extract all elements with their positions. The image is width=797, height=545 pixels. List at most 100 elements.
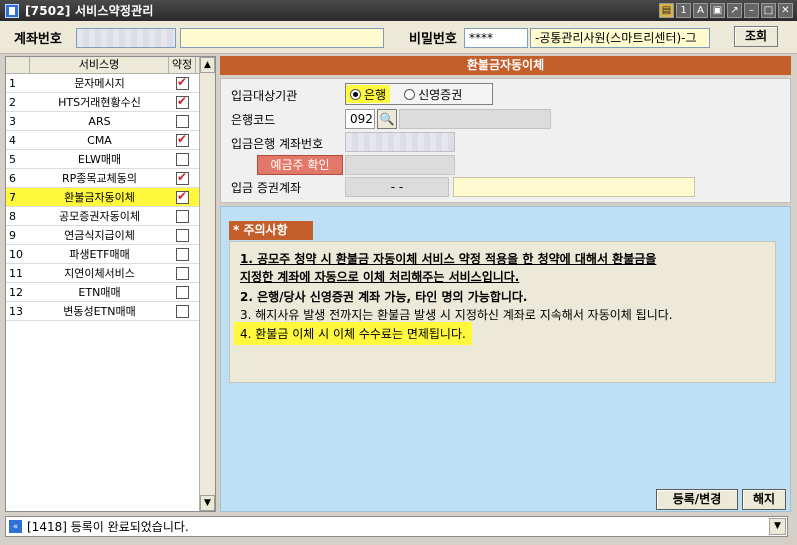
depositor-name-field: [345, 155, 455, 175]
status-icon: «: [9, 520, 22, 533]
notice-box: 1. 공모주 청약 시 환불금 자동이체 서비스 약정 적용을 한 청약에 대해…: [229, 241, 776, 383]
cancel-service-button[interactable]: 해지: [742, 489, 786, 510]
row-number: 11: [9, 266, 23, 280]
account-label: 계좌번호: [14, 32, 62, 47]
agreement-checkbox[interactable]: [176, 152, 189, 166]
agreement-checkbox[interactable]: [176, 266, 189, 280]
col-agreement: 약정: [169, 57, 196, 73]
row-number: 8: [9, 209, 16, 223]
window-titlebar: [7502] 서비스약정관리 ▤ 1 A ▣ ↗ – □ ✕: [0, 0, 797, 21]
agreement-checkbox[interactable]: [176, 132, 189, 147]
radio-securities[interactable]: 신영증권: [400, 85, 466, 103]
app-icon: [5, 3, 19, 18]
service-row[interactable]: 7 환불금자동이체: [6, 188, 215, 207]
help-icon[interactable]: 1: [676, 3, 691, 18]
service-row[interactable]: 8 공모증권자동이체: [6, 207, 215, 226]
securities-account-field[interactable]: - -: [345, 177, 449, 197]
service-name: ARS: [88, 114, 111, 128]
service-row[interactable]: 9 연금식지급이체: [6, 226, 215, 245]
row-number: 10: [9, 247, 23, 261]
service-name: 공모증권자동이체: [59, 210, 140, 223]
radio-bank[interactable]: 은행: [346, 85, 391, 103]
font-icon[interactable]: A: [693, 3, 708, 18]
service-row[interactable]: 12 ETN매매: [6, 283, 215, 302]
service-name: 지연이체서비스: [64, 267, 135, 280]
row-number: 1: [9, 76, 16, 90]
notice-line-2: 2. 은행/당사 신영증권 계좌 가능, 타인 명의 가능합니다.: [240, 290, 528, 304]
row-number: 2: [9, 95, 16, 109]
section-title: 환불금자동이체: [220, 56, 791, 75]
agreement-checkbox[interactable]: [176, 114, 189, 128]
bank-name-field: [399, 109, 551, 129]
service-name: 환불금자동이체: [64, 191, 135, 204]
account-bar: 계좌번호 비밀번호 **** -공통관리사원(스마트리센터)-그 조회: [0, 21, 797, 54]
copy-icon[interactable]: ▤: [659, 3, 674, 18]
minimize-icon[interactable]: –: [744, 3, 759, 18]
bank-account-field[interactable]: [345, 132, 455, 152]
bank-code-field[interactable]: 092: [345, 109, 375, 129]
deposit-check-button[interactable]: 예금주 확인: [257, 155, 343, 175]
row-number: 12: [9, 285, 23, 299]
institution-label: 입금대상기관: [231, 89, 298, 103]
agreement-checkbox[interactable]: [176, 285, 189, 299]
service-name: 연금식지급이체: [64, 229, 135, 242]
service-row[interactable]: 4 CMA: [6, 131, 215, 150]
radio-bank-label: 은행: [364, 87, 387, 102]
service-name: HTS거래현황수신: [58, 96, 141, 109]
password-label: 비밀번호: [409, 32, 457, 47]
register-button[interactable]: 등록/변경: [656, 489, 738, 510]
service-name: 변동성ETN매매: [63, 305, 136, 318]
transfer-form: 입금대상기관 은행 신영증권 은행코드 092 🔍 입금은행 계좌번호 예금주 …: [220, 78, 791, 203]
row-number: 13: [9, 304, 23, 318]
service-name: ELW매매: [77, 153, 122, 166]
notice-tag: * 주의사항: [229, 221, 313, 240]
row-number: 6: [9, 171, 16, 185]
notice-line-1a: 1. 공모주 청약 시 환불금 자동이체 서비스 약정 적용을 한 청약에 대해…: [240, 252, 657, 266]
service-row[interactable]: 11 지연이체서비스: [6, 264, 215, 283]
service-row[interactable]: 3 ARS: [6, 112, 215, 131]
chevron-down-icon[interactable]: ▼: [769, 518, 786, 535]
service-name: CMA: [87, 133, 112, 147]
agreement-checkbox[interactable]: [176, 247, 189, 261]
password-field[interactable]: ****: [464, 28, 528, 48]
account-name-field: [180, 28, 384, 48]
agreement-checkbox[interactable]: [176, 94, 189, 109]
account-number-field[interactable]: [76, 28, 176, 48]
institution-radio-group: 은행 신영증권: [345, 83, 493, 105]
service-row[interactable]: 6 RP종목교체동의: [6, 169, 215, 188]
notice-area: * 주의사항 1. 공모주 청약 시 환불금 자동이체 서비스 약정 적용을 한…: [220, 206, 791, 512]
list-scrollbar[interactable]: ▲ ▼: [199, 57, 215, 511]
service-list: 서비스명 약정 1 문자메시지 2 HTS거래현황수신 3 ARS 4 CMA 5 ELW매매 6 R…: [5, 56, 216, 512]
service-row[interactable]: 2 HTS거래현황수신: [6, 93, 215, 112]
status-message: [1418] 등록이 완료되었습니다.: [27, 520, 189, 534]
row-number: 9: [9, 228, 16, 242]
agreement-checkbox[interactable]: [176, 75, 189, 90]
window-title: [7502] 서비스약정관리: [25, 4, 154, 18]
lock-icon[interactable]: ▣: [710, 3, 725, 18]
service-row[interactable]: 10 파생ETF매매: [6, 245, 215, 264]
popout-icon[interactable]: ↗: [727, 3, 742, 18]
agreement-checkbox[interactable]: [176, 170, 189, 185]
securities-account-name-field: [453, 177, 695, 197]
service-name: 문자메시지: [74, 77, 125, 90]
notice-line-4: 4. 환불금 이체 시 이체 수수료는 면제됩니다.: [234, 322, 472, 345]
service-row[interactable]: 13 변동성ETN매매: [6, 302, 215, 321]
service-row[interactable]: 1 문자메시지: [6, 74, 215, 93]
bank-code-label: 은행코드: [231, 113, 276, 127]
search-icon[interactable]: 🔍: [377, 109, 397, 129]
lookup-button[interactable]: 조회: [734, 26, 778, 47]
agreement-checkbox[interactable]: [176, 209, 189, 223]
agreement-checkbox[interactable]: [176, 228, 189, 242]
service-name: RP종목교체동의: [62, 172, 137, 185]
agreement-checkbox[interactable]: [176, 304, 189, 318]
service-name: 파생ETF매매: [69, 248, 130, 261]
close-icon[interactable]: ✕: [778, 3, 793, 18]
securities-account-label: 입금 증권계좌: [231, 181, 302, 195]
scroll-up-icon[interactable]: ▲: [200, 57, 215, 73]
service-row[interactable]: 5 ELW매매: [6, 150, 215, 169]
radio-off-icon: [404, 88, 416, 100]
agreement-checkbox[interactable]: [176, 189, 189, 204]
maximize-icon[interactable]: □: [761, 3, 776, 18]
status-bar: « [1418] 등록이 완료되었습니다. ▼: [5, 516, 788, 537]
scroll-down-icon[interactable]: ▼: [200, 495, 215, 511]
